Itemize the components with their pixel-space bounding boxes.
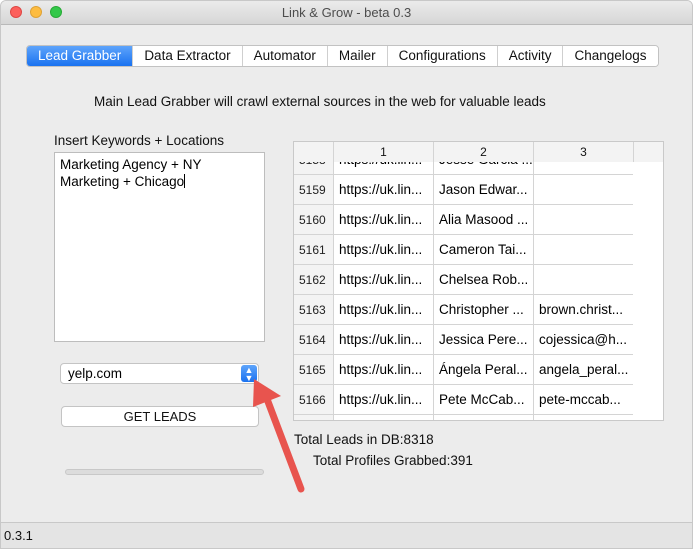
table-scroll-gutter[interactable]	[633, 162, 663, 420]
profile-url-cell[interactable]: https://uk.lin...	[334, 175, 434, 205]
keywords-line: Marketing Agency + NY	[60, 157, 202, 172]
table-row[interactable]: 5161 https://uk.lin... Cameron Tai...	[294, 235, 634, 265]
email-cell[interactable]: angela_peral...	[534, 355, 634, 385]
source-select[interactable]: yelp.com ▲ ▼	[60, 363, 259, 384]
profile-url-cell[interactable]	[334, 415, 434, 420]
email-cell[interactable]: pete-mccab...	[534, 385, 634, 415]
profile-url-cell[interactable]: https://uk.lin...	[334, 325, 434, 355]
keywords-line-text: Marketing + Chicago	[60, 174, 185, 189]
name-cell[interactable]: Jesse Garcia ...	[434, 162, 534, 175]
tab-automator[interactable]: Automator	[241, 46, 327, 66]
table-row[interactable]: 5158 https://uk.lin... Jesse Garcia ...	[294, 162, 634, 175]
row-number: 5162	[294, 265, 334, 295]
name-cell[interactable]	[434, 415, 534, 420]
leads-table[interactable]: 1 2 3 5158 https://uk.lin... Jesse Garci…	[293, 141, 664, 421]
row-number: 5161	[294, 235, 334, 265]
tab-bar: Lead Grabber Data Extractor Automator Ma…	[26, 45, 659, 67]
keywords-textarea[interactable]: Marketing Agency + NY Marketing + Chicag…	[54, 152, 265, 342]
profile-url-cell[interactable]: https://uk.lin...	[334, 385, 434, 415]
profile-url-cell[interactable]: https://uk.lin...	[334, 295, 434, 325]
title-bar: Link & Grow - beta 0.3	[1, 1, 692, 25]
chevron-updown-icon[interactable]: ▲ ▼	[241, 365, 257, 383]
row-number: 5166	[294, 385, 334, 415]
row-header-corner	[294, 142, 334, 162]
table-row[interactable]: 5160 https://uk.lin... Alia Masood ...	[294, 205, 634, 235]
row-number: 5167	[294, 415, 334, 420]
table-row[interactable]: 5159 https://uk.lin... Jason Edwar...	[294, 175, 634, 205]
email-cell[interactable]	[534, 205, 634, 235]
get-leads-button[interactable]: GET LEADS	[61, 406, 259, 427]
app-window: Link & Grow - beta 0.3 Lead Grabber Data…	[0, 0, 693, 549]
profile-url-cell[interactable]: https://uk.lin...	[334, 162, 434, 175]
tab-configurations[interactable]: Configurations	[386, 46, 497, 66]
total-profiles-grabbed: Total Profiles Grabbed:391	[313, 453, 473, 468]
email-cell[interactable]	[534, 235, 634, 265]
table-row[interactable]: 5162 https://uk.lin... Chelsea Rob...	[294, 265, 634, 295]
tab-lead-grabber[interactable]: Lead Grabber	[27, 46, 133, 66]
page-description: Main Lead Grabber will crawl external so…	[94, 94, 546, 109]
row-number: 5160	[294, 205, 334, 235]
tab-changelogs[interactable]: Changelogs	[562, 46, 658, 66]
column-header[interactable]: 2	[434, 142, 534, 162]
table-row[interactable]: 5166 https://uk.lin... Pete McCab... pet…	[294, 385, 634, 415]
profile-url-cell[interactable]: https://uk.lin...	[334, 265, 434, 295]
status-bar: 0.3.1	[1, 522, 692, 548]
name-cell[interactable]: Ángela Peral...	[434, 355, 534, 385]
table-row[interactable]: 5167	[294, 415, 634, 420]
name-cell[interactable]: Christopher ...	[434, 295, 534, 325]
email-cell[interactable]	[534, 175, 634, 205]
window-title: Link & Grow - beta 0.3	[281, 5, 412, 20]
profile-url-cell[interactable]: https://uk.lin...	[334, 235, 434, 265]
source-select-value: yelp.com	[68, 366, 123, 381]
keywords-label: Insert Keywords + Locations	[54, 133, 224, 148]
column-header[interactable]: 3	[534, 142, 634, 162]
table-body: 5158 https://uk.lin... Jesse Garcia ... …	[294, 162, 663, 420]
tab-data-extractor[interactable]: Data Extractor	[132, 46, 242, 66]
name-cell[interactable]: Jessica Pere...	[434, 325, 534, 355]
keywords-line: Marketing + Chicago	[60, 174, 186, 189]
table-row[interactable]: 5163 https://uk.lin... Christopher ... b…	[294, 295, 634, 325]
row-number: 5158	[294, 162, 334, 175]
email-cell[interactable]	[534, 415, 634, 420]
tab-mailer[interactable]: Mailer	[326, 46, 387, 66]
name-cell[interactable]: Cameron Tai...	[434, 235, 534, 265]
email-cell[interactable]: brown.christ...	[534, 295, 634, 325]
name-cell[interactable]: Pete McCab...	[434, 385, 534, 415]
profile-url-cell[interactable]: https://uk.lin...	[334, 205, 434, 235]
row-number: 5165	[294, 355, 334, 385]
row-number: 5164	[294, 325, 334, 355]
row-number: 5163	[294, 295, 334, 325]
name-cell[interactable]: Alia Masood ...	[434, 205, 534, 235]
text-caret	[184, 174, 186, 188]
name-cell[interactable]: Chelsea Rob...	[434, 265, 534, 295]
table-header: 1 2 3	[294, 142, 663, 162]
version-label: 0.3.1	[4, 528, 33, 543]
table-row[interactable]: 5164 https://uk.lin... Jessica Pere... c…	[294, 325, 634, 355]
total-leads-in-db: Total Leads in DB:8318	[294, 432, 434, 447]
email-cell[interactable]	[534, 265, 634, 295]
name-cell[interactable]: Jason Edwar...	[434, 175, 534, 205]
column-header[interactable]: 1	[334, 142, 434, 162]
progress-bar	[65, 469, 264, 475]
email-cell[interactable]: cojessica@h...	[534, 325, 634, 355]
email-cell[interactable]	[534, 162, 634, 175]
row-number: 5159	[294, 175, 334, 205]
profile-url-cell[interactable]: https://uk.lin...	[334, 355, 434, 385]
tab-activity[interactable]: Activity	[496, 46, 563, 66]
table-row[interactable]: 5165 https://uk.lin... Ángela Peral... a…	[294, 355, 634, 385]
